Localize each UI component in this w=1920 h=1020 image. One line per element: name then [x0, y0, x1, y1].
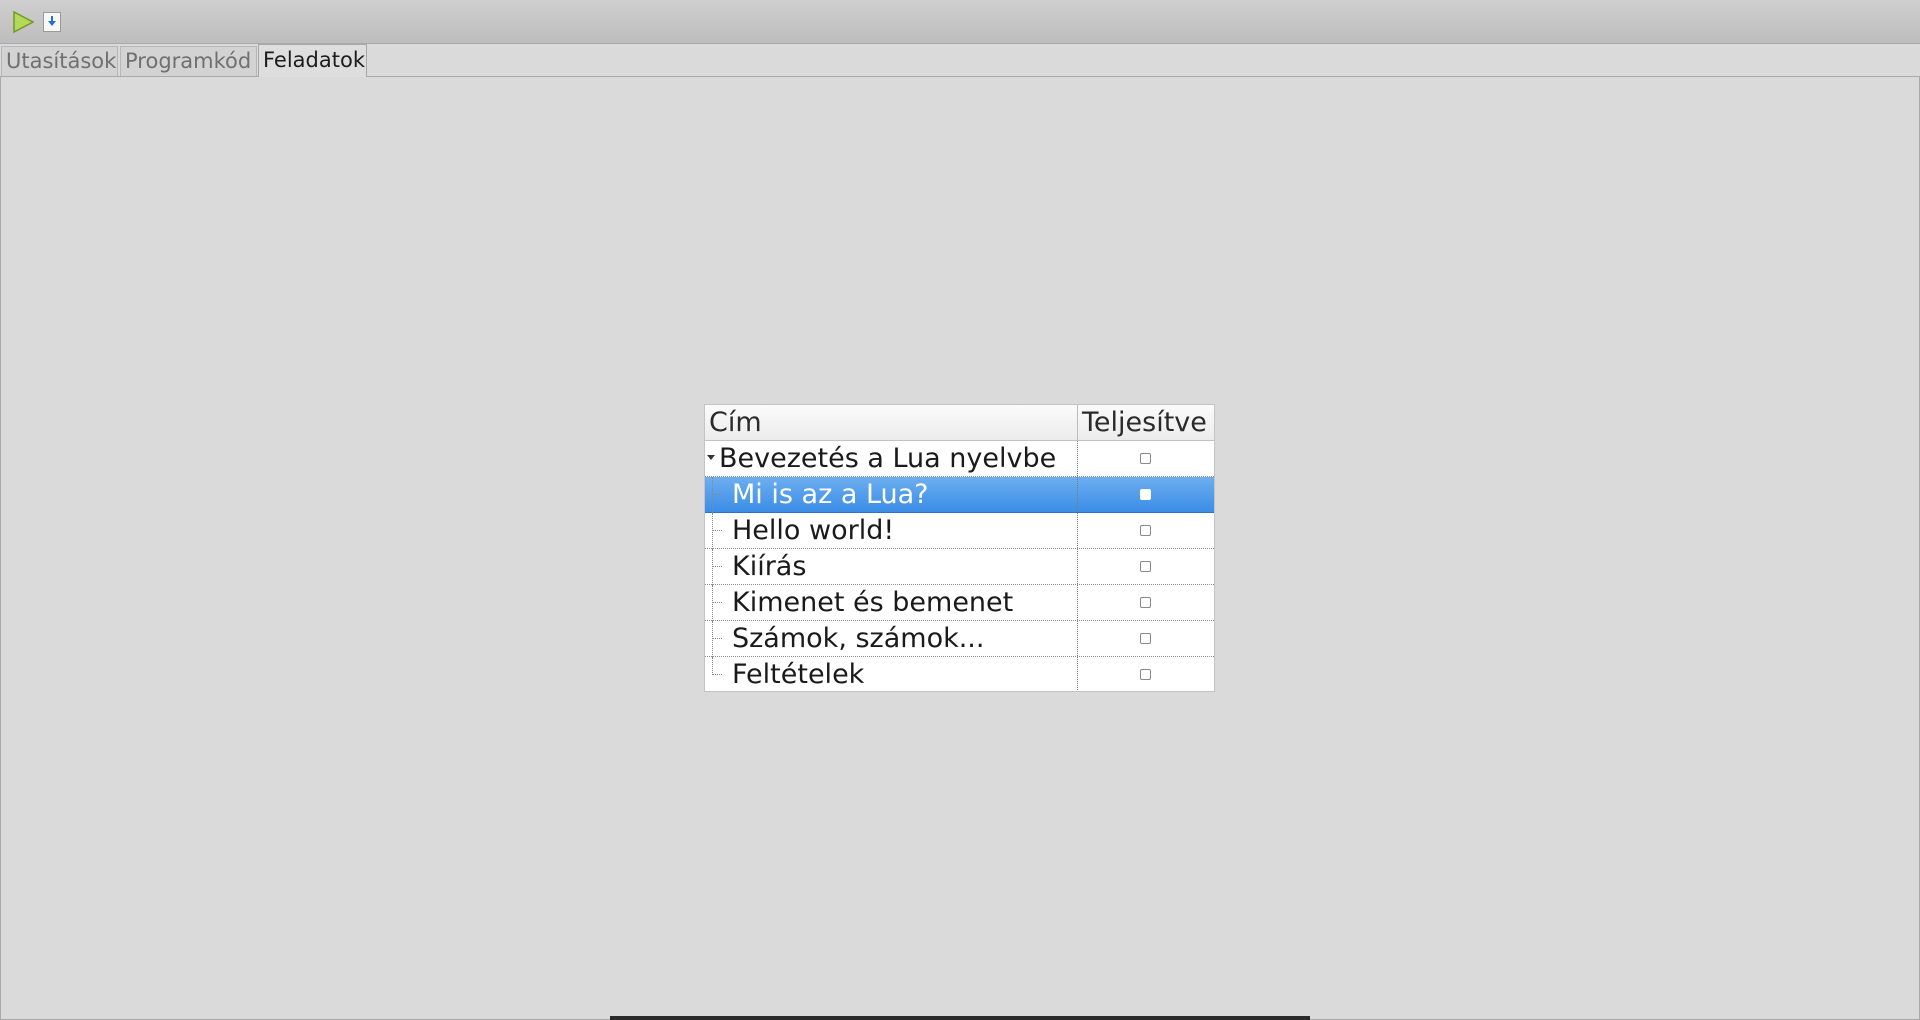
download-button[interactable] [43, 12, 61, 32]
resize-handle[interactable] [610, 1016, 1310, 1020]
cell-done [1078, 621, 1214, 656]
column-header-title[interactable]: Cím [705, 405, 1078, 440]
tab-bar: Utasítások Programkód Feladatok [0, 44, 1920, 77]
tree-connector [712, 549, 713, 585]
task-tree-table: Cím Teljesítve Bevezetés a Lua nyelvbe M… [704, 404, 1215, 692]
play-icon [13, 10, 35, 34]
cell-done [1078, 477, 1214, 512]
tree-row-child[interactable]: Számok, számok... [705, 621, 1214, 657]
tree-connector [712, 621, 713, 657]
row-title: Hello world! [732, 515, 895, 546]
cell-title: Számok, számok... [705, 621, 1078, 657]
cell-title: Kimenet és bemenet [705, 585, 1078, 621]
cell-done [1078, 513, 1214, 548]
done-checkbox[interactable] [1140, 525, 1151, 536]
tab-programkod[interactable]: Programkód [120, 46, 257, 76]
tree-connector [712, 566, 722, 567]
tree-connector [712, 530, 722, 531]
done-checkbox[interactable] [1140, 453, 1151, 464]
toolbar [0, 0, 1920, 44]
tree-connector [712, 513, 713, 549]
tree-connector [712, 657, 713, 675]
cell-done [1078, 441, 1214, 476]
cell-title: Bevezetés a Lua nyelvbe [705, 441, 1078, 476]
cell-done [1078, 549, 1214, 584]
done-checkbox[interactable] [1140, 669, 1151, 680]
done-checkbox[interactable] [1140, 597, 1151, 608]
cell-title: Mi is az a Lua? [705, 477, 1078, 513]
cell-title: Feltételek [705, 657, 1078, 691]
tree-row-child[interactable]: Feltételek [705, 657, 1214, 691]
done-checkbox[interactable] [1140, 561, 1151, 572]
tree-row-child[interactable]: Kiírás [705, 549, 1214, 585]
tree-connector [712, 674, 722, 675]
tree-connector [712, 494, 722, 495]
done-checkbox[interactable] [1140, 489, 1151, 500]
tree-row-child[interactable]: Mi is az a Lua? [705, 477, 1214, 513]
row-title: Mi is az a Lua? [732, 479, 929, 510]
download-arrow-icon [48, 16, 56, 26]
cell-title: Kiírás [705, 549, 1078, 585]
tab-feladatok[interactable]: Feladatok [258, 44, 367, 77]
tree-connector [712, 602, 722, 603]
row-title: Kimenet és bemenet [732, 587, 1014, 618]
tree-row-parent[interactable]: Bevezetés a Lua nyelvbe [705, 441, 1214, 477]
expand-arrow-icon[interactable] [707, 455, 715, 460]
column-header-done[interactable]: Teljesítve [1078, 405, 1214, 440]
tree-row-child[interactable]: Kimenet és bemenet [705, 585, 1214, 621]
row-title: Számok, számok... [732, 623, 985, 654]
tree-connector [712, 638, 722, 639]
cell-done [1078, 585, 1214, 620]
row-title: Bevezetés a Lua nyelvbe [719, 443, 1057, 474]
done-checkbox[interactable] [1140, 633, 1151, 644]
row-title: Feltételek [732, 659, 865, 690]
run-button[interactable] [10, 9, 36, 35]
cell-done [1078, 657, 1214, 691]
tree-connector [712, 477, 713, 513]
row-title: Kiírás [732, 551, 807, 582]
table-header: Cím Teljesítve [705, 405, 1214, 441]
cell-title: Hello world! [705, 513, 1078, 549]
tree-connector [712, 585, 713, 621]
tab-utasitasok[interactable]: Utasítások [1, 46, 118, 76]
tree-row-child[interactable]: Hello world! [705, 513, 1214, 549]
